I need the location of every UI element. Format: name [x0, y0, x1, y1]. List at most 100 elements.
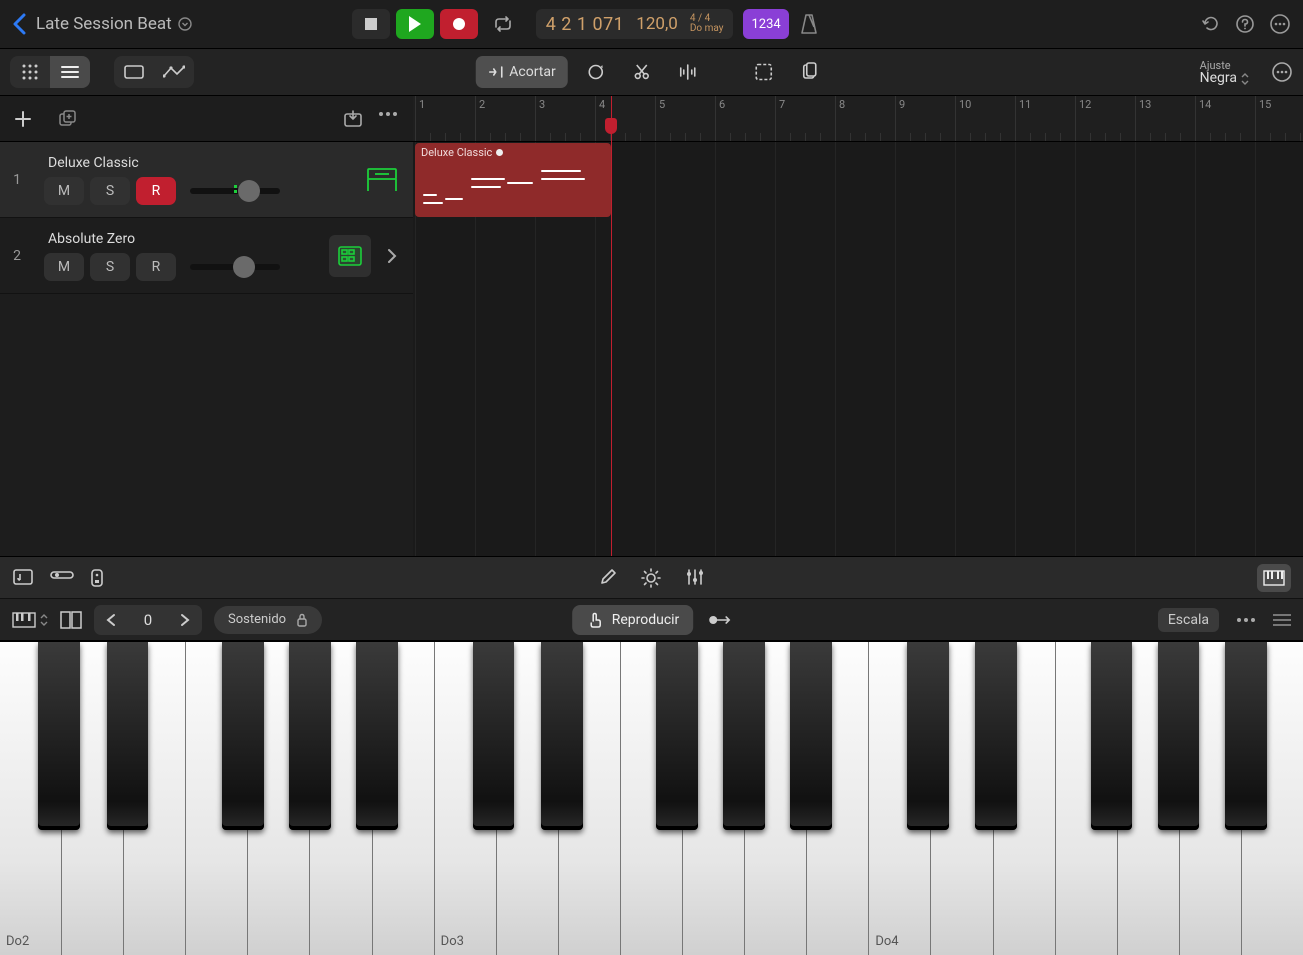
bar-label: 11 [1019, 98, 1031, 111]
automation-button[interactable] [154, 56, 194, 88]
glissando-button[interactable] [707, 613, 731, 627]
split-tool-button[interactable] [670, 56, 706, 88]
split-keyboard-button[interactable] [60, 611, 82, 629]
project-title[interactable]: Late Session Beat [36, 14, 192, 34]
brightness-button[interactable] [641, 568, 661, 588]
sustain-toggle[interactable]: Sostenido [214, 606, 322, 634]
black-key[interactable] [1091, 642, 1133, 830]
record-button[interactable] [440, 9, 478, 39]
touch-icon [586, 611, 604, 629]
bar-label: 9 [899, 98, 905, 111]
black-key[interactable] [907, 642, 949, 830]
black-key[interactable] [1225, 642, 1267, 830]
black-key[interactable] [975, 642, 1017, 830]
project-title-label: Late Session Beat [36, 14, 172, 34]
clipboard-button[interactable] [792, 56, 828, 88]
marquee-tool-button[interactable] [746, 56, 782, 88]
bar-label: 1 [419, 98, 425, 111]
count-in-button[interactable]: 1234 [743, 9, 788, 39]
midi-region[interactable]: Deluxe Classic [415, 143, 611, 217]
timeline[interactable]: 123456789101112131415 Deluxe Classic [413, 96, 1303, 556]
scale-button[interactable]: Escala [1158, 608, 1219, 632]
record-enable-button[interactable]: R [136, 177, 176, 205]
black-key[interactable] [222, 642, 264, 830]
more-button[interactable] [1269, 13, 1291, 35]
editor-segment [114, 56, 194, 88]
black-key[interactable] [38, 642, 80, 830]
bar-label: 15 [1259, 98, 1271, 111]
keyboard-toggle-button[interactable] [1257, 564, 1291, 592]
black-key[interactable] [107, 642, 149, 830]
metronome-button[interactable] [799, 13, 819, 35]
back-button[interactable] [12, 13, 26, 35]
plugin-button[interactable] [90, 567, 104, 589]
add-track-button[interactable] [14, 110, 32, 128]
library-button[interactable] [12, 567, 34, 589]
track-row[interactable]: 1 Deluxe Classic M S R [0, 142, 413, 218]
volume-slider[interactable] [190, 264, 280, 270]
black-key[interactable] [1158, 642, 1200, 830]
sustain-label: Sostenido [228, 612, 286, 627]
track-list: 1 Deluxe Classic M S R [0, 96, 413, 556]
view-mode-segment [10, 56, 90, 88]
record-enable-button[interactable]: R [136, 253, 176, 281]
lcd-position: 4 2 1 071 [546, 14, 625, 35]
play-mode-button[interactable]: Reproducir [572, 605, 694, 635]
track-more-button[interactable] [377, 110, 399, 128]
list-view-button[interactable] [50, 56, 90, 88]
mute-button[interactable]: M [44, 253, 84, 281]
playhead[interactable] [611, 96, 612, 556]
lock-icon [296, 613, 308, 627]
keyboard-more-button[interactable] [1235, 616, 1257, 624]
black-key[interactable] [473, 642, 515, 830]
duplicate-track-button[interactable] [58, 110, 78, 128]
resize-handle[interactable] [1273, 614, 1291, 626]
lcd-display[interactable]: 4 2 1 071 120,0 4 / 4 Do may [536, 9, 734, 39]
pencil-tool-button[interactable] [599, 568, 617, 588]
region-name-label: Deluxe Classic [421, 146, 492, 159]
bar-label: 3 [539, 98, 545, 111]
undo-button[interactable] [1201, 14, 1221, 34]
play-button[interactable] [396, 9, 434, 39]
octave-value: 0 [128, 611, 168, 629]
keyboard-type-button[interactable] [12, 612, 48, 628]
black-key[interactable] [356, 642, 398, 830]
toolbar-more-button[interactable] [1271, 61, 1293, 83]
bar-label: 6 [719, 98, 725, 111]
ruler[interactable]: 123456789101112131415 [413, 96, 1303, 142]
scissors-tool-button[interactable] [624, 56, 660, 88]
black-key[interactable] [541, 642, 583, 830]
mixer-button[interactable] [685, 568, 705, 588]
instrument-icon[interactable] [329, 235, 371, 277]
instrument-icon[interactable] [361, 159, 403, 201]
help-button[interactable] [1235, 14, 1255, 34]
expand-track-button[interactable] [381, 248, 403, 264]
region-editor-button[interactable] [114, 56, 154, 88]
octave-down-button[interactable] [94, 605, 128, 635]
loop-tool-button[interactable] [578, 56, 614, 88]
piano-keyboard[interactable]: Do2Do3Do4 [0, 640, 1303, 955]
lcd-signature: 4 / 4 Do may [690, 14, 724, 34]
black-key[interactable] [289, 642, 331, 830]
track-name: Absolute Zero [44, 231, 319, 247]
track-row[interactable]: 2 Absolute Zero M S R [0, 218, 413, 294]
bar-label: 12 [1079, 98, 1091, 111]
black-key[interactable] [790, 642, 832, 830]
key-label: Do2 [6, 934, 29, 949]
volume-slider[interactable] [190, 188, 280, 194]
bar-label: 5 [659, 98, 665, 111]
grid-view-button[interactable] [10, 56, 50, 88]
black-key[interactable] [723, 642, 765, 830]
mute-button[interactable]: M [44, 177, 84, 205]
snap-menu[interactable]: Ajuste Negra [1200, 59, 1249, 85]
octave-up-button[interactable] [168, 605, 202, 635]
solo-button[interactable]: S [90, 177, 130, 205]
import-button[interactable] [343, 110, 363, 128]
stop-button[interactable] [352, 9, 390, 39]
cycle-button[interactable] [484, 9, 522, 39]
black-key[interactable] [656, 642, 698, 830]
solo-button[interactable]: S [90, 253, 130, 281]
shorten-tool-button[interactable]: Acortar [475, 56, 567, 88]
smart-controls-button[interactable] [50, 567, 74, 589]
key-label: Do3 [441, 934, 464, 949]
